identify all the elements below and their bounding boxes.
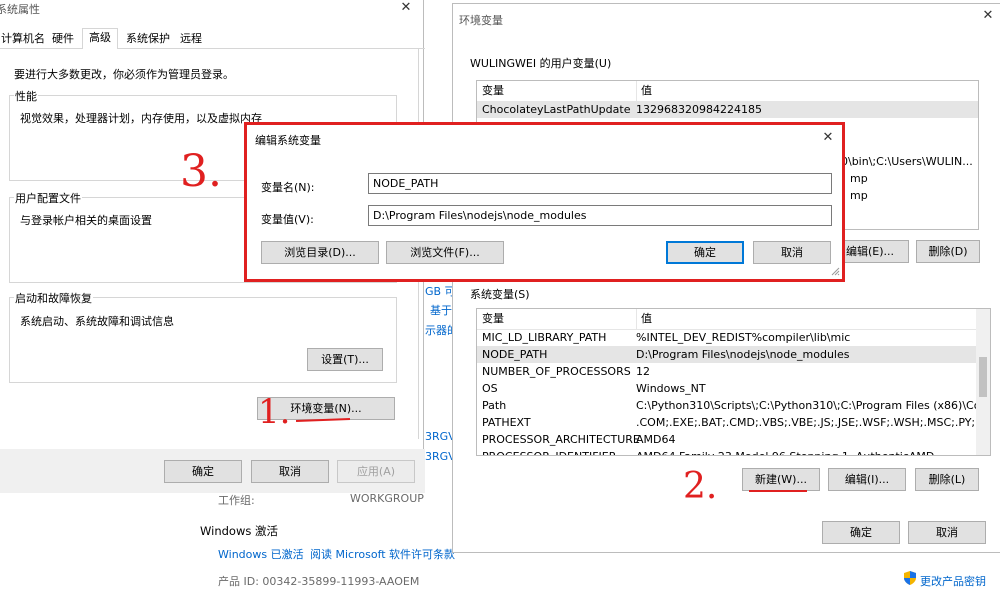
editdlg-title: 编辑系统变量	[255, 134, 321, 147]
annotation-underline-2	[749, 490, 807, 492]
user-profiles-desc: 与登录帐户相关的桌面设置	[20, 214, 152, 227]
tab-hardware[interactable]: 硬件	[48, 30, 78, 48]
system-variables-heading: 系统变量(S)	[470, 288, 530, 301]
performance-title: 性能	[14, 88, 38, 104]
user-variables-heading: WULINGWEI 的用户变量(U)	[470, 57, 612, 70]
table-row[interactable]: PATHEXT .COM;.EXE;.BAT;.CMD;.VBS;.VBE;.J…	[477, 414, 990, 431]
envvars-close-icon[interactable]: ✕	[981, 8, 995, 23]
variable-name-field[interactable]: NODE_PATH	[368, 173, 832, 194]
variable-value-field[interactable]: D:\Program Files\nodejs\node_modules	[368, 205, 832, 226]
annotation-step-1: 1.	[258, 392, 291, 432]
user-profiles-title: 用户配置文件	[14, 190, 82, 206]
annotation-step-3: 3.	[180, 146, 222, 197]
system-variables-scrollbar[interactable]	[976, 309, 990, 455]
sysprops-titlebar: 系统属性 ✕	[0, 0, 423, 30]
workgroup-value: WORKGROUP	[350, 492, 424, 505]
user-delete-button[interactable]: 删除(D)	[916, 240, 980, 263]
editdlg-ok-button[interactable]: 确定	[666, 241, 744, 264]
user-variables-header: 变量 值	[477, 81, 978, 102]
table-row[interactable]: ChocolateyLastPathUpdate 132968320984224…	[477, 101, 978, 118]
shield-icon	[903, 571, 917, 585]
col-variable: 变量	[482, 84, 504, 97]
read-terms-link[interactable]: 阅读 Microsoft 软件许可条款	[310, 546, 455, 562]
system-variables-header: 变量 值	[477, 309, 990, 330]
sysprops-title: 系统属性	[0, 3, 40, 16]
performance-desc: 视觉效果，处理器计划，内存使用，以及虚拟内存	[20, 112, 262, 125]
tab-advanced[interactable]: 高级	[82, 28, 118, 49]
table-row[interactable]: MIC_LD_LIBRARY_PATH %INTEL_DEV_REDIST%co…	[477, 329, 990, 346]
table-row[interactable]: OS Windows_NT	[477, 380, 990, 397]
startup-settings-button[interactable]: 设置(T)...	[307, 348, 383, 371]
envvars-cancel-button[interactable]: 取消	[908, 521, 986, 544]
table-row[interactable]: NUMBER_OF_PROCESSORS 12	[477, 363, 990, 380]
sysprops-ok-button[interactable]: 确定	[164, 460, 242, 483]
workgroup-label: 工作组:	[218, 494, 255, 507]
admin-notice: 要进行大多数更改，你必须作为管理员登录。	[14, 68, 234, 81]
sysprops-cancel-button[interactable]: 取消	[251, 460, 329, 483]
editdlg-close-icon[interactable]: ✕	[821, 130, 835, 145]
envvars-titlebar: 环境变量 ✕	[453, 4, 1000, 34]
new-variable-button[interactable]: 新建(W)...	[742, 468, 820, 491]
resize-grip-icon[interactable]	[830, 266, 840, 276]
delete-variable-button[interactable]: 删除(L)	[915, 468, 979, 491]
sysprops-close-icon[interactable]: ✕	[399, 0, 413, 15]
annotation-step-2: 2.	[683, 466, 718, 507]
browse-file-button[interactable]: 浏览文件(F)...	[386, 241, 504, 264]
startup-recovery-title: 启动和故障恢复	[14, 290, 93, 306]
activated-status: Windows 已激活	[218, 548, 304, 561]
variable-value-label: 变量值(V):	[261, 213, 314, 226]
system-variables-list: 变量 值 MIC_LD_LIBRARY_PATH %INTEL_DEV_REDI…	[476, 308, 991, 456]
editdlg-cancel-button[interactable]: 取消	[753, 241, 831, 264]
col-value: 值	[636, 309, 652, 329]
windows-activation-heading: Windows 激活	[200, 524, 278, 538]
bg-based: 基于	[430, 304, 452, 317]
col-value: 值	[636, 81, 652, 101]
col-variable: 变量	[482, 312, 504, 325]
sysprops-apply-button[interactable]: 应用(A)	[337, 460, 415, 483]
table-row[interactable]: NODE_PATH D:\Program Files\nodejs\node_m…	[477, 346, 990, 363]
startup-recovery-desc: 系统启动、系统故障和调试信息	[20, 315, 174, 328]
envvars-ok-button[interactable]: 确定	[822, 521, 900, 544]
edit-system-variable-dialog: 编辑系统变量 ✕ 变量名(N): NODE_PATH 变量值(V): D:\Pr…	[244, 122, 845, 282]
browse-directory-button[interactable]: 浏览目录(D)...	[261, 241, 379, 264]
table-row[interactable]: PROCESSOR_ARCHITECTURE AMD64	[477, 431, 990, 448]
edit-variable-button[interactable]: 编辑(I)...	[828, 468, 906, 491]
table-row[interactable]: PROCESSOR_IDENTIFIER AMD64 Family 23 Mod…	[477, 448, 990, 455]
envvars-title: 环境变量	[459, 14, 503, 27]
table-row[interactable]: Path C:\Python310\Scripts\;C:\Python310\…	[477, 397, 990, 414]
tab-computer-name[interactable]: 计算机名	[0, 30, 46, 48]
tab-remote[interactable]: 远程	[176, 30, 206, 48]
tab-system-protection[interactable]: 系统保护	[122, 30, 174, 48]
editdlg-titlebar: 编辑系统变量 ✕	[247, 125, 842, 155]
scrollbar-thumb[interactable]	[979, 357, 987, 397]
variable-name-label: 变量名(N):	[261, 181, 315, 194]
